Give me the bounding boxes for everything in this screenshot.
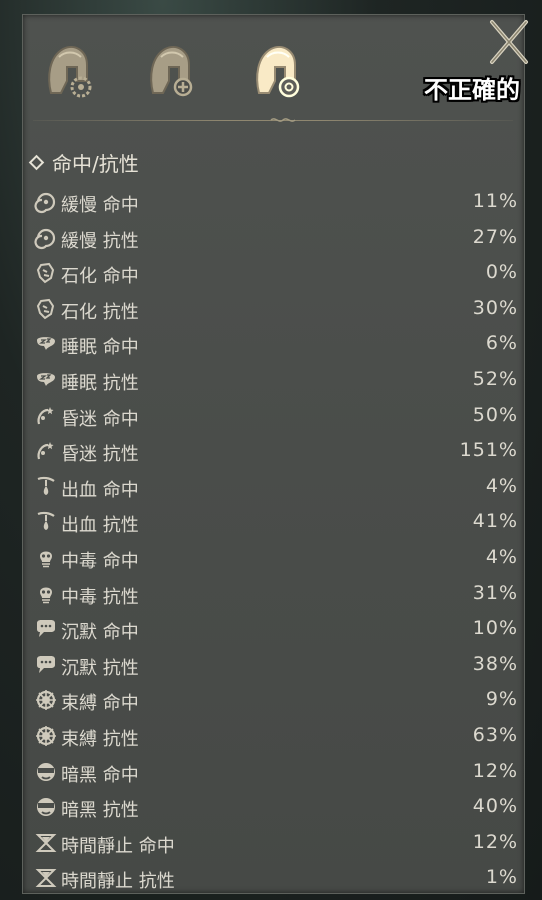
stat-label: 出血 命中 xyxy=(61,479,139,501)
slow-icon xyxy=(33,189,59,215)
stat-label: 暗黑 命中 xyxy=(61,764,139,786)
stat-label: 中毒 抗性 xyxy=(61,586,139,608)
stat-row: 出血 抗性 41% xyxy=(23,505,524,541)
stat-row: 時間靜止 抗性 1% xyxy=(23,861,524,893)
stat-label: 昏迷 抗性 xyxy=(61,444,139,466)
bleed-icon xyxy=(33,509,59,535)
stat-label: 中毒 命中 xyxy=(61,550,139,572)
close-button[interactable] xyxy=(486,16,532,68)
bind-icon xyxy=(33,723,59,749)
tab-helmet-eye[interactable] xyxy=(243,35,307,105)
section-title: 命中/抗性 xyxy=(52,151,139,176)
stat-label: 睡眠 命中 xyxy=(61,337,139,359)
stat-row: 睡眠 抗性 52% xyxy=(23,363,524,399)
stat-row: 束縛 命中 9% xyxy=(23,683,524,719)
stat-value: 27% xyxy=(472,225,518,248)
stats-panel: 命中/抗性 緩慢 命中 11% 緩慢 抗性 27% 石化 命中 0% 石化 抗性 30% 睡眠 … xyxy=(22,14,525,894)
header-divider xyxy=(33,115,513,127)
stat-label: 石化 命中 xyxy=(61,266,139,288)
stat-row: 中毒 命中 4% xyxy=(23,541,524,577)
stat-label: 緩慢 命中 xyxy=(61,195,139,216)
bleed-icon xyxy=(33,474,59,500)
stat-row: 昏迷 命中 50% xyxy=(23,399,524,435)
stun-icon xyxy=(33,438,59,464)
sleep-icon xyxy=(33,367,59,393)
stat-row: 暗黑 命中 12% xyxy=(23,755,524,791)
stat-label: 昏迷 命中 xyxy=(61,408,139,430)
close-icon xyxy=(490,20,528,64)
blind-icon xyxy=(33,794,59,820)
stat-row: 沉默 抗性 38% xyxy=(23,648,524,684)
stat-list: 緩慢 命中 11% 緩慢 抗性 27% 石化 命中 0% 石化 抗性 30% 睡眠 命中 6% 睡眠… xyxy=(23,185,524,893)
overlay-caption: 不正確的 xyxy=(424,76,520,104)
stat-label: 暗黑 抗性 xyxy=(61,800,139,822)
stat-value: 40% xyxy=(472,795,518,818)
stat-value: 11% xyxy=(472,190,518,212)
silence-icon xyxy=(33,652,59,678)
stat-row: 沉默 命中 10% xyxy=(23,612,524,648)
stat-value: 31% xyxy=(472,581,518,604)
stat-value: 4% xyxy=(485,474,518,497)
stat-label: 睡眠 抗性 xyxy=(61,372,139,394)
stun-icon xyxy=(33,403,59,429)
stat-row: 出血 命中 4% xyxy=(23,470,524,506)
slow-icon xyxy=(33,225,59,251)
helmet-eye-icon xyxy=(256,46,300,98)
time-stop-icon xyxy=(33,865,59,891)
stat-value: 6% xyxy=(485,332,518,355)
stat-value: 12% xyxy=(472,759,518,782)
stat-value: 0% xyxy=(485,261,518,284)
petrify-icon xyxy=(33,260,59,286)
stat-row: 暗黑 抗性 40% xyxy=(23,790,524,826)
stat-value: 38% xyxy=(472,652,518,675)
stat-label: 沉默 命中 xyxy=(61,622,139,644)
stat-row: 石化 命中 0% xyxy=(23,256,524,292)
tab-helmet-plus[interactable] xyxy=(137,35,201,105)
stat-value: 1% xyxy=(485,866,518,889)
stat-row: 束縛 抗性 63% xyxy=(23,719,524,755)
helmet-plus-icon xyxy=(150,46,193,97)
stat-label: 時間靜止 命中 xyxy=(61,835,175,857)
stat-label: 石化 抗性 xyxy=(61,301,139,323)
stat-value: 63% xyxy=(472,723,518,746)
bind-icon xyxy=(33,687,59,713)
stat-row: 石化 抗性 30% xyxy=(23,292,524,328)
petrify-icon xyxy=(33,296,59,322)
stat-row: 昏迷 抗性 151% xyxy=(23,434,524,470)
stat-value: 30% xyxy=(472,296,518,319)
stat-value: 151% xyxy=(459,439,518,462)
poison-icon xyxy=(33,545,59,571)
stat-value: 4% xyxy=(485,545,518,568)
time-stop-icon xyxy=(33,830,59,856)
stat-label: 束縛 命中 xyxy=(61,693,139,715)
diamond-bullet-icon xyxy=(28,154,45,170)
stat-row: 中毒 抗性 31% xyxy=(23,577,524,613)
stat-row: 睡眠 命中 6% xyxy=(23,327,524,363)
stat-label: 時間靜止 抗性 xyxy=(61,871,175,893)
divider-ornament-icon xyxy=(270,118,296,122)
game-screen: 命中/抗性 緩慢 命中 11% 緩慢 抗性 27% 石化 命中 0% 石化 抗性 30% 睡眠 … xyxy=(0,0,542,900)
stat-row: 時間靜止 命中 12% xyxy=(23,826,524,862)
stat-value: 12% xyxy=(472,830,518,853)
stat-label: 緩慢 抗性 xyxy=(61,230,139,252)
silence-icon xyxy=(33,616,59,642)
section-header: 命中/抗性 xyxy=(28,147,139,177)
stat-value: 10% xyxy=(472,617,518,640)
tab-helmet-gear[interactable] xyxy=(35,35,99,105)
stat-value: 9% xyxy=(485,688,518,711)
stat-value: 41% xyxy=(472,510,518,533)
helmet-gear-icon xyxy=(48,46,92,98)
blind-icon xyxy=(33,759,59,785)
stat-row: 緩慢 命中 11% xyxy=(23,185,524,221)
stat-label: 出血 抗性 xyxy=(61,515,139,537)
poison-icon xyxy=(33,581,59,607)
stat-label: 束縛 抗性 xyxy=(61,728,139,750)
stat-row: 緩慢 抗性 27% xyxy=(23,221,524,257)
stat-value: 50% xyxy=(472,403,518,426)
stat-label: 沉默 抗性 xyxy=(61,657,139,679)
stat-value: 52% xyxy=(472,367,518,390)
sleep-icon xyxy=(33,331,59,357)
